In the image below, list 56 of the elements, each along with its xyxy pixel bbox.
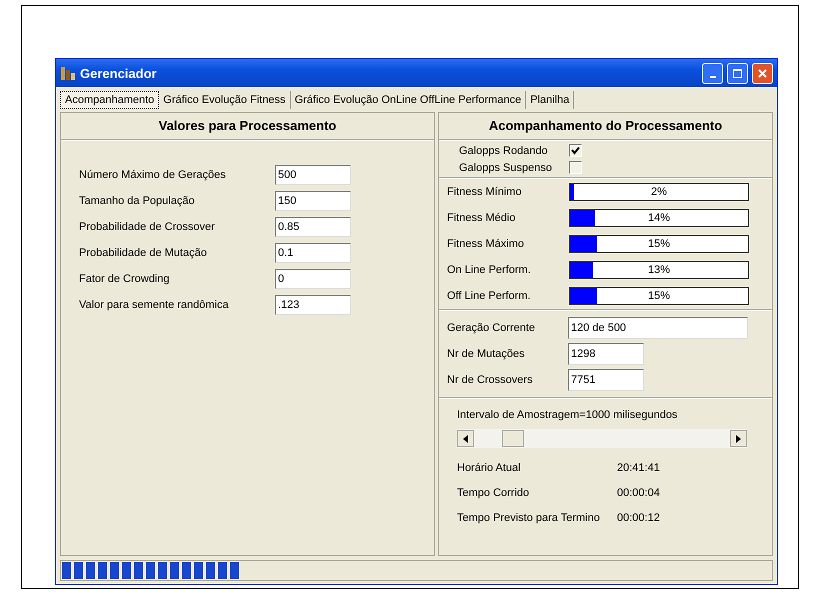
input-field[interactable]: 0.85 (275, 217, 351, 237)
input-field[interactable]: 7751 (568, 369, 644, 391)
field-label: Probabilidade de Crossover (79, 221, 216, 233)
time-label: Horário Atual (457, 462, 522, 476)
meter-label: Fitness Máximo (447, 238, 526, 250)
checkbox[interactable] (569, 144, 582, 157)
tab[interactable]: Acompanhamento (60, 91, 160, 109)
input-field[interactable]: .123 (275, 295, 351, 315)
counter-label: Geração Corrente (447, 322, 536, 334)
slider-track[interactable] (457, 429, 747, 448)
checkbox-label: Galopps Rodando (459, 144, 549, 156)
minimize-button[interactable] (702, 62, 723, 84)
meter-label: Fitness Mínimo (447, 186, 523, 198)
input-field[interactable]: 120 de 500 (568, 317, 748, 339)
checkbox-label: Galopps Suspenso (459, 162, 553, 174)
input-field[interactable]: 0.1 (275, 243, 351, 263)
field-label: Probabilidade de Mutação (79, 247, 208, 259)
input-field[interactable]: 1298 (568, 343, 644, 365)
meter-label: On Line Perform. (447, 264, 532, 276)
slider-thumb[interactable] (502, 430, 524, 447)
meter-label: Fitness Médio (447, 212, 516, 224)
window-title: Gerenciador (80, 66, 158, 80)
progress-reading: 15% (646, 290, 672, 302)
minimize-icon (710, 76, 716, 78)
panel-title: Valores para Processamento (61, 113, 434, 141)
left-arrow-button[interactable] (457, 430, 474, 447)
input-field[interactable]: 500 (275, 165, 351, 185)
counter-label: Nr de Crossovers (447, 374, 534, 386)
time-value: 00:00:04 (617, 487, 660, 501)
progress-reading: 13% (646, 264, 672, 276)
time-value: 20:41:41 (617, 462, 660, 476)
app-icon (60, 65, 76, 81)
time-value: 00:00:12 (617, 512, 660, 526)
progress-reading: 15% (646, 238, 672, 250)
meter-label: Off Line Perform. (447, 290, 532, 302)
close-button[interactable] (752, 62, 773, 84)
checkbox[interactable] (569, 161, 582, 174)
field-label: Valor para semente randômica (79, 299, 230, 311)
right-arrow-button[interactable] (730, 430, 747, 447)
input-field[interactable]: 150 (275, 191, 351, 211)
input-field[interactable]: 0 (275, 269, 351, 289)
close-icon (757, 68, 768, 78)
interval-label: Intervalo de Amostragem=1000 milisegundos (457, 409, 678, 421)
time-label: Tempo Corrido (457, 487, 530, 501)
left-arrow-icon (463, 434, 468, 442)
progress-reading: 14% (646, 212, 672, 224)
time-label: Tempo Previsto para Termino (457, 512, 601, 526)
right-arrow-icon (736, 434, 741, 442)
field-label: Número Máximo de Gerações (79, 169, 227, 181)
field-label: Tamanho da População (79, 195, 196, 207)
panel-title: Acompanhamento do Processamento (439, 113, 772, 141)
progress-reading: 2% (650, 186, 668, 198)
counter-label: Nr de Mutações (447, 348, 526, 360)
field-label: Fator de Crowding (79, 273, 170, 285)
maximize-button[interactable] (727, 62, 748, 84)
maximize-icon (732, 68, 743, 78)
